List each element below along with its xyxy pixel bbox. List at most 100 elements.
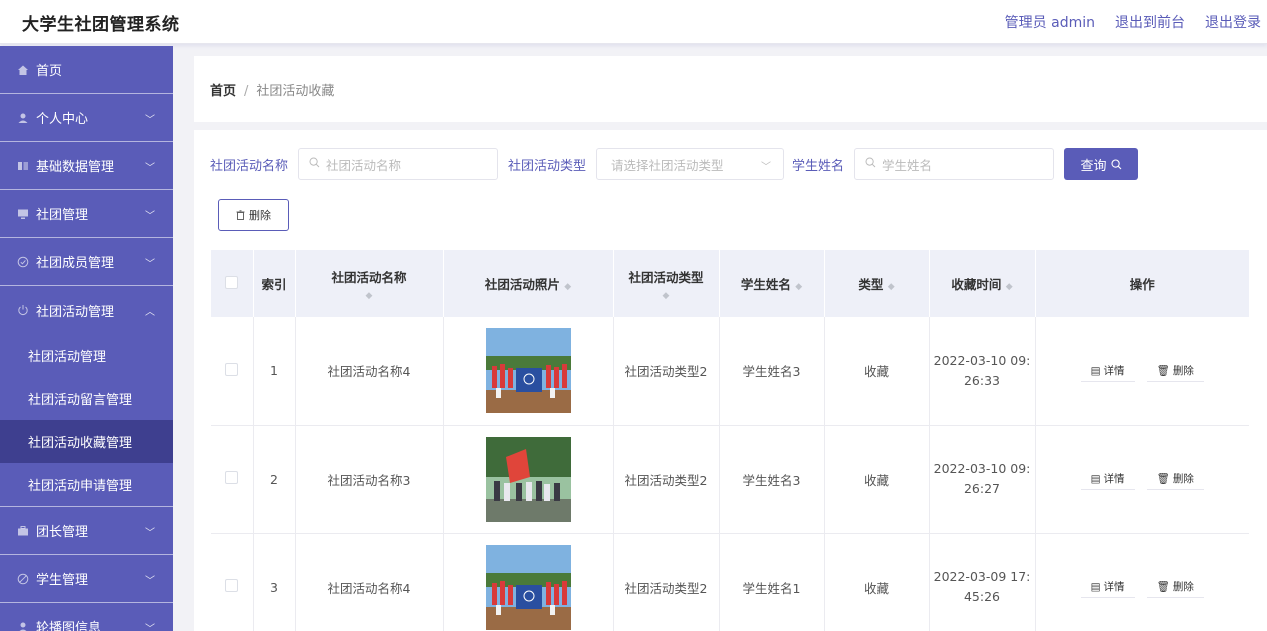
batch-delete-button[interactable]: 删除 (218, 199, 289, 231)
chevron-down-icon: ﹀ (145, 259, 155, 270)
column-header-index: 索引 (253, 250, 296, 317)
index-cell: 3 (253, 533, 296, 631)
detail-button[interactable]: ▤ 详情 (1080, 468, 1135, 491)
table-row: 1 社团活动名称4 社团活动类型2 学生姓名3 收藏 2022-03-10 09… (211, 317, 1249, 426)
row-checkbox[interactable] (225, 579, 239, 592)
activity-type-label: 社团活动类型 (508, 158, 587, 174)
back-to-frontend-link[interactable]: 退出到前台 (1115, 12, 1185, 32)
activity-photo[interactable] (485, 436, 571, 522)
sidebar-item-basic-data[interactable]: 基础数据管理 ﹀ (0, 142, 173, 190)
select-all-checkbox[interactable] (225, 275, 239, 289)
breadcrumb-separator: / (244, 84, 249, 99)
activity-photo[interactable] (485, 328, 571, 414)
sidebar-item-label: 基础数据管理 (36, 160, 115, 175)
check-circle-icon (16, 255, 30, 269)
breadcrumb-home[interactable]: 首页 (210, 84, 236, 99)
activity-photo-cell (443, 425, 614, 534)
trash-icon: 🗑 (1156, 364, 1170, 377)
search-bar: 社团活动名称 社团活动名称 社团活动类型 请选择社团活动类型 ﹀ 学生姓名 学生… (210, 148, 1139, 180)
chevron-down-icon: ﹀ (761, 162, 772, 173)
chevron-down-icon: ﹀ (145, 528, 155, 539)
query-button-label: 查询 (1080, 158, 1107, 174)
chevron-down-icon: ﹀ (145, 163, 155, 174)
sidebar-item-carousel[interactable]: 轮播图信息 ﹀ (0, 603, 173, 631)
delete-button[interactable]: 🗑 删除 (1146, 360, 1204, 382)
activity-type-select[interactable]: 请选择社团活动类型 ﹀ (596, 148, 785, 180)
sidebar-item-label: 学生管理 (36, 573, 89, 588)
sort-icon: ◆ (887, 282, 895, 292)
row-checkbox[interactable] (225, 362, 239, 376)
delete-button[interactable]: 🗑 删除 (1146, 468, 1204, 490)
search-icon (865, 157, 876, 171)
student-name-label: 学生姓名 (792, 158, 845, 174)
sidebar-item-club-activity[interactable]: 社团活动管理 ︿ (0, 286, 173, 334)
time-cell: 2022-03-10 09: 26:27 (929, 425, 1036, 534)
sort-icon: ◆ (662, 290, 670, 301)
detail-button[interactable]: ▤ 详情 (1080, 576, 1135, 599)
chevron-down-icon: ﹀ (145, 211, 155, 222)
column-header-activity-type[interactable]: 社团活动类型 ◆ (613, 250, 720, 317)
row-checkbox[interactable] (225, 471, 239, 484)
submenu-item-activity-comments[interactable]: 社团活动留言管理 (0, 377, 173, 420)
activity-name-cell: 社团活动名称3 (295, 425, 444, 534)
power-icon (16, 303, 30, 317)
query-button[interactable]: 查询 (1064, 148, 1139, 180)
sort-icon: ◆ (795, 282, 803, 292)
admin-user-link[interactable]: 管理员 admin (1005, 12, 1095, 32)
logout-link[interactable]: 退出登录 (1205, 12, 1261, 32)
sidebar-item-label: 首页 (36, 64, 63, 79)
breadcrumb-current: 社团活动收藏 (256, 84, 335, 99)
sort-icon: ◆ (564, 282, 572, 292)
trash-icon (236, 210, 245, 220)
breadcrumb: 首页 / 社团活动收藏 (210, 80, 334, 99)
briefcase-icon (16, 524, 30, 538)
sidebar-item-label: 社团管理 (36, 208, 89, 223)
column-header-kind[interactable]: 类型 ◆ (824, 250, 930, 317)
time-cell: 2022-03-10 09: 26:33 (929, 317, 1036, 426)
student-name-cell: 学生姓名3 (719, 425, 825, 534)
submenu-item-activity-favorites[interactable]: 社团活动收藏管理 (0, 420, 173, 463)
document-icon: ▤ (1090, 364, 1101, 377)
activity-name-placeholder: 社团活动名称 (326, 157, 402, 173)
column-header-student-name[interactable]: 学生姓名 ◆ (719, 250, 825, 317)
activity-photo[interactable] (485, 544, 571, 630)
breadcrumb-card: 首页 / 社团活动收藏 (194, 56, 1267, 122)
sidebar-item-label: 轮播图信息 (36, 621, 102, 631)
submenu-item-activity-applications[interactable]: 社团活动申请管理 (0, 463, 173, 506)
activity-name-input[interactable]: 社团活动名称 (298, 148, 499, 180)
home-icon (16, 63, 30, 77)
activity-name-cell: 社团活动名称4 (295, 533, 444, 631)
kind-cell: 收藏 (824, 533, 930, 631)
sidebar-item-leader[interactable]: 团长管理 ﹀ (0, 507, 173, 555)
actions-cell: ▤ 详情 🗑 删除 (1035, 425, 1249, 534)
activity-name-cell: 社团活动名称4 (295, 317, 444, 426)
detail-button[interactable]: ▤ 详情 (1080, 360, 1135, 382)
sidebar-item-label: 社团成员管理 (36, 256, 115, 271)
activity-type-cell: 社团活动类型2 (613, 425, 720, 534)
ban-icon (16, 572, 30, 586)
kind-cell: 收藏 (824, 317, 930, 426)
sidebar-item-club[interactable]: 社团管理 ﹀ (0, 190, 173, 238)
submenu-item-activity[interactable]: 社团活动管理 (0, 334, 173, 377)
activity-type-placeholder: 请选择社团活动类型 (611, 157, 724, 173)
column-header-time[interactable]: 收藏时间 ◆ (929, 250, 1036, 317)
top-links: 管理员 admin 退出到前台 退出登录 (1005, 12, 1261, 32)
column-header-activity-photo[interactable]: 社团活动照片 ◆ (443, 250, 614, 317)
actions-cell: ▤ 详情 🗑 删除 (1035, 533, 1249, 631)
sidebar-item-club-members[interactable]: 社团成员管理 ﹀ (0, 238, 173, 286)
user-icon (16, 111, 30, 125)
delete-button[interactable]: 🗑 删除 (1146, 576, 1204, 598)
student-name-placeholder: 学生姓名 (882, 157, 933, 173)
column-header-activity-name[interactable]: 社团活动名称 ◆ (295, 250, 444, 317)
student-name-input[interactable]: 学生姓名 (854, 148, 1055, 180)
monitor-icon (16, 207, 30, 221)
sidebar-item-profile[interactable]: 个人中心 ﹀ (0, 94, 173, 142)
sidebar-item-home[interactable]: 首页 (0, 46, 173, 94)
sidebar: 首页 个人中心 ﹀ 基础数据管理 ﹀ 社团管理 ﹀ 社团成员管理 ﹀ 社团活动管… (0, 46, 173, 631)
actions-cell: ▤ 详情 🗑 删除 (1035, 317, 1249, 426)
database-icon (16, 159, 30, 173)
activity-type-cell: 社团活动类型2 (613, 533, 720, 631)
column-header-actions: 操作 (1035, 250, 1249, 317)
sidebar-item-student[interactable]: 学生管理 ﹀ (0, 555, 173, 603)
activity-photo-cell (443, 317, 614, 426)
